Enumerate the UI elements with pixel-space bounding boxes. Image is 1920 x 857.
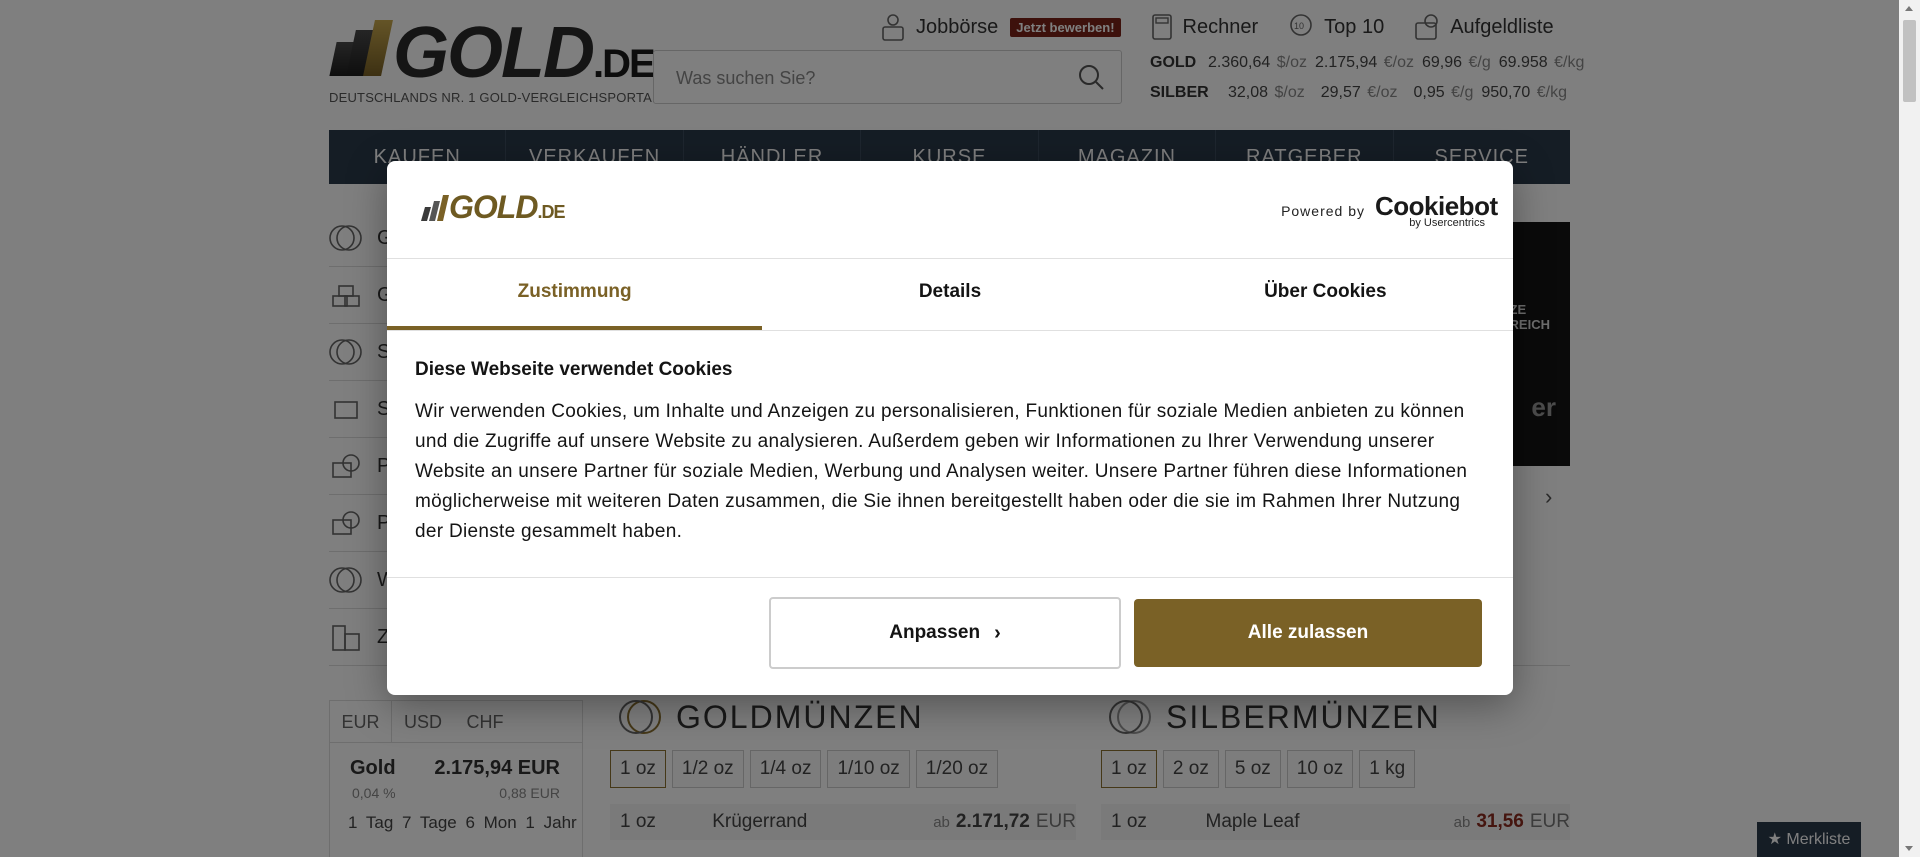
customize-button[interactable]: Anpassen ›	[769, 597, 1121, 669]
dialog-header: GOLD.DE Powered by Cookiebot by Usercent…	[387, 161, 1513, 259]
allow-all-button[interactable]: Alle zulassen	[1134, 599, 1482, 667]
scroll-up-icon[interactable]	[1905, 6, 1913, 11]
dialog-logo-wordmark: GOLD.DE	[449, 189, 565, 225]
provider-sub: by Usercentrics	[1409, 217, 1485, 229]
chevron-right-icon: ›	[994, 621, 1001, 644]
customize-label: Anpassen	[889, 622, 981, 643]
cookie-consent-dialog: GOLD.DE Powered by Cookiebot by Usercent…	[387, 161, 1513, 695]
gold-bars-icon	[421, 195, 449, 221]
scroll-down-icon[interactable]	[1905, 846, 1913, 851]
tab-details[interactable]: Details	[762, 259, 1137, 330]
dialog-tabs: Zustimmung Details Über Cookies	[387, 259, 1513, 331]
dialog-title: Diese Webseite verwendet Cookies	[415, 359, 733, 380]
tab-about-cookies[interactable]: Über Cookies	[1138, 259, 1513, 330]
powered-by-label: Powered by	[1281, 203, 1365, 219]
powered-by[interactable]: Powered by Cookiebot by Usercentrics	[1281, 191, 1498, 229]
provider-name: Cookiebot	[1375, 191, 1498, 221]
dialog-text: Wir verwenden Cookies, um Inhalte und An…	[415, 401, 1468, 542]
dialog-body: Diese Webseite verwendet Cookies Wir ver…	[387, 331, 1513, 578]
tab-consent[interactable]: Zustimmung	[387, 259, 763, 330]
dialog-footer: Anpassen › Alle zulassen	[387, 578, 1513, 694]
scrollbar[interactable]	[1899, 0, 1920, 857]
scrollbar-thumb[interactable]	[1903, 20, 1916, 102]
cookiebot-logo: Cookiebot by Usercentrics	[1375, 191, 1498, 229]
dialog-logo: GOLD.DE	[419, 189, 565, 227]
